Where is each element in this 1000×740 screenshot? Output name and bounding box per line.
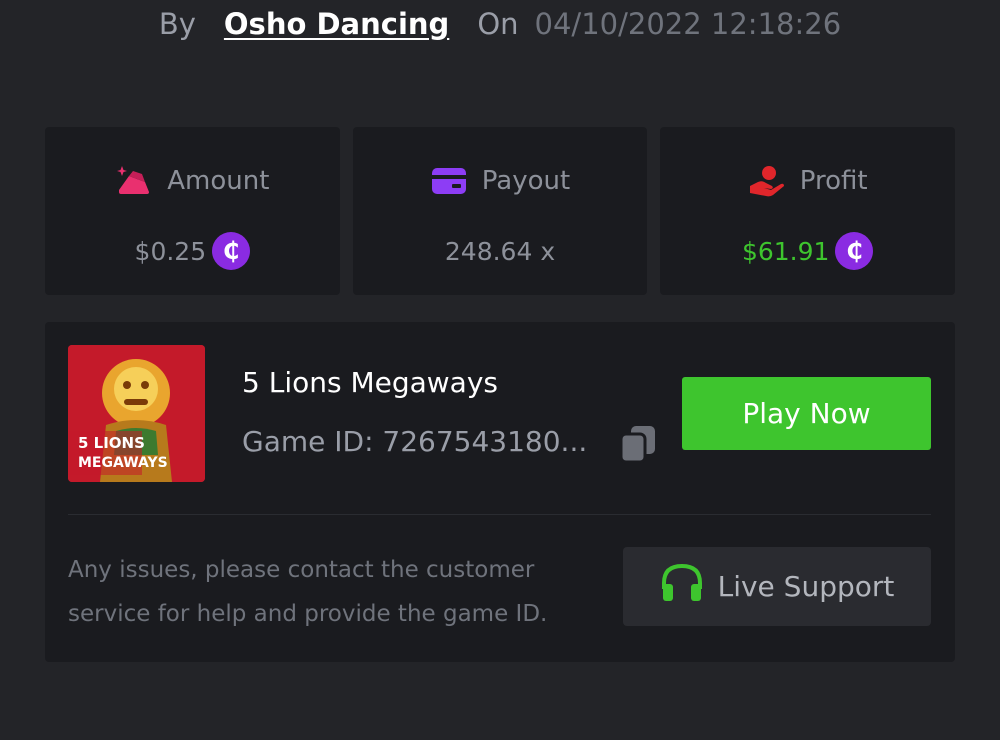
coin-icon: ₵ (212, 232, 251, 270)
bet-datetime: 04/10/2022 12:18:26 (534, 7, 842, 41)
on-label: On (477, 7, 519, 41)
game-title: 5 Lions Megaways (242, 366, 498, 399)
payout-card: Payout 248.64 x (352, 127, 648, 295)
headset-icon (660, 563, 704, 610)
profit-value: $61.91 (741, 236, 830, 266)
bet-stats: Amount $0.25 ₵ Payout 248.64 x Profit $6… (45, 127, 956, 295)
thumbnail-caption: 5 LIONS (78, 434, 145, 452)
wallet-card-icon (430, 162, 468, 200)
coin-icon: ₵ (835, 232, 874, 270)
profit-value-row: $61.91 ₵ (741, 231, 874, 271)
divider (68, 514, 931, 515)
play-now-button[interactable]: Play Now (682, 377, 931, 450)
profit-header: Profit (748, 163, 868, 199)
payout-value: 248.64 x (444, 236, 556, 266)
amount-value: $0.25 (134, 236, 207, 266)
live-support-button[interactable]: Live Support (623, 547, 931, 626)
by-label: By (158, 7, 196, 41)
copy-icon[interactable] (619, 424, 657, 464)
bet-detail-screen: By Osho Dancing On 04/10/2022 12:18:26 A… (0, 0, 1000, 740)
live-support-label: Live Support (717, 570, 895, 603)
amount-label: Amount (167, 166, 270, 196)
support-help-text: Any issues, please contact the customer … (68, 557, 548, 627)
profit-card: Profit $61.91 ₵ (660, 127, 956, 295)
hand-profit-icon (748, 162, 786, 200)
player-name-link[interactable]: Osho Dancing (224, 7, 449, 41)
amount-header: Amount (115, 163, 269, 199)
profit-label: Profit (799, 166, 868, 196)
amount-card: Amount $0.25 ₵ (45, 127, 340, 295)
payout-label: Payout (481, 166, 571, 196)
game-thumbnail[interactable]: 5 LIONS MEGAWAYS (68, 345, 205, 482)
bet-amount-icon (115, 162, 153, 200)
bet-byline: By Osho Dancing On 04/10/2022 12:18:26 (0, 0, 1000, 48)
thumbnail-caption: MEGAWAYS (78, 455, 168, 471)
payout-header: Payout (430, 163, 570, 199)
game-panel: 5 LIONS MEGAWAYS 5 Lions Megaways Game I… (45, 322, 955, 662)
game-id: Game ID: 7267543180... (242, 425, 588, 458)
payout-value-row: 248.64 x (445, 231, 555, 271)
amount-value-row: $0.25 ₵ (135, 231, 251, 271)
